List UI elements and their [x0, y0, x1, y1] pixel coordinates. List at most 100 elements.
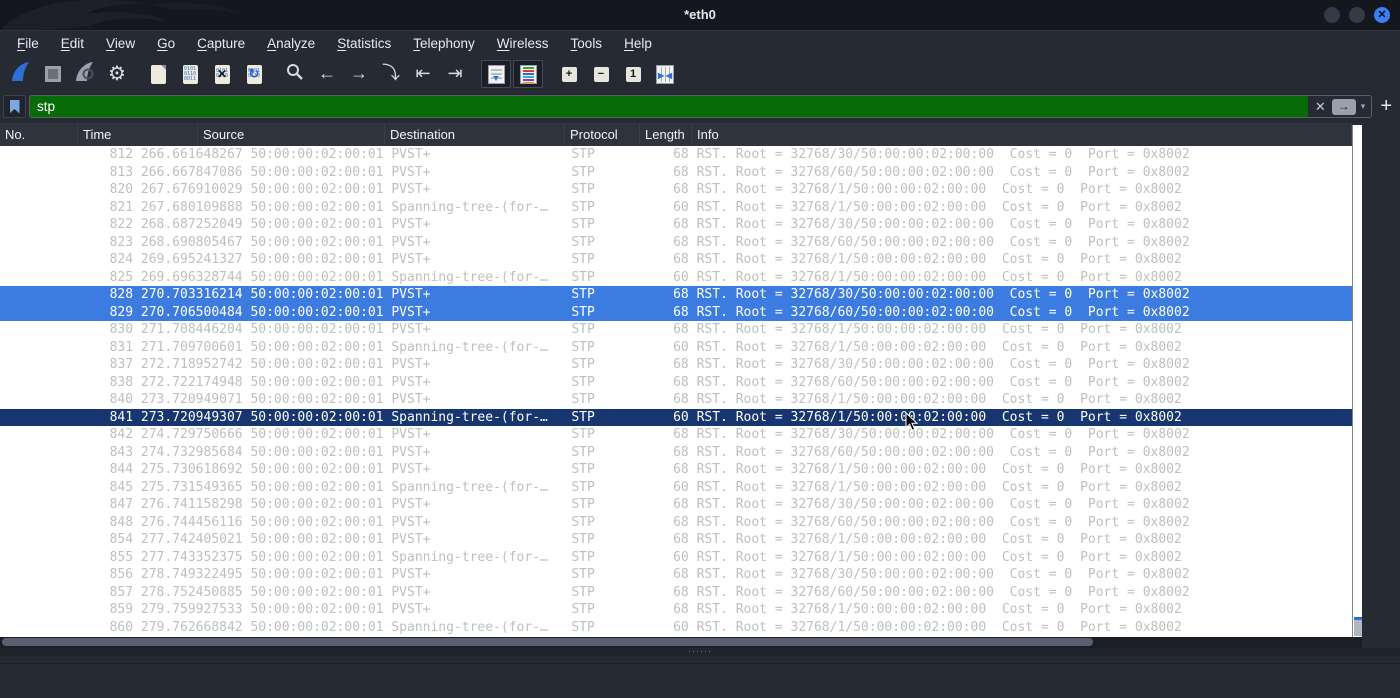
filter-bookmark-button[interactable] [3, 95, 26, 118]
main-toolbar: ⚙ 0101 0110 0011 0101 0110 ✕ 0101 0110 ↻ ← → ⤵ ⇤ ⇥ ▼ + −1… [0, 56, 1400, 92]
column-header-source[interactable]: Source [198, 123, 385, 146]
open-file-icon [150, 64, 166, 84]
clear-filter-icon[interactable]: ✕ [1311, 99, 1330, 115]
colorize-packets-button[interactable] [513, 60, 543, 88]
vertical-scrollbar-thumb[interactable] [1354, 617, 1362, 636]
menu-edit[interactable]: Edit [50, 36, 95, 51]
menu-go[interactable]: Go [146, 36, 186, 51]
open-file-button[interactable] [143, 60, 173, 88]
packet-row-857[interactable]: 857 278.752450885 50:00:00:02:00:01 PVST… [0, 584, 1352, 602]
add-filter-button[interactable]: + [1380, 95, 1392, 118]
resize-columns-button[interactable]: ▶ ◀ [650, 60, 680, 88]
stop-capture-button[interactable] [38, 60, 68, 88]
window-title: *eth0 [684, 7, 716, 22]
menu-statistics[interactable]: Statistics [326, 36, 402, 51]
horizontal-scrollbar-thumb[interactable] [2, 638, 1093, 646]
display-filter-input[interactable]: stp ✕ → ▾ [29, 95, 1373, 118]
packet-row-829[interactable]: 829 270.706500484 50:00:00:02:00:01 PVST… [0, 303, 1352, 321]
packet-row-843[interactable]: 843 274.732985684 50:00:00:02:00:01 PVST… [0, 444, 1352, 462]
packet-row-825[interactable]: 825 269.696328744 50:00:00:02:00:01 Span… [0, 269, 1352, 287]
menu-capture[interactable]: Capture [186, 36, 256, 51]
packet-row-831[interactable]: 831 271.709700601 50:00:00:02:00:01 Span… [0, 339, 1352, 357]
save-file-button[interactable]: 0101 0110 0011 [175, 60, 205, 88]
apply-filter-button[interactable]: → [1331, 98, 1356, 115]
column-header-length[interactable]: Length [640, 123, 692, 146]
capture-options-button[interactable]: ⚙ [102, 60, 132, 88]
packet-details-pane [0, 656, 1400, 698]
packet-row-841[interactable]: 841 273.720949307 50:00:00:02:00:01 Span… [0, 408, 1352, 426]
packet-row-830[interactable]: 830 271.708446204 50:00:00:02:00:01 PVST… [0, 321, 1352, 339]
reload-file-icon: 0101 0110 ↻ [246, 64, 262, 84]
close-button[interactable]: ✕ [1374, 7, 1390, 23]
minimize-button[interactable] [1324, 7, 1340, 23]
vertical-scrollbar[interactable] [1352, 125, 1362, 648]
packet-row-822[interactable]: 822 268.687252049 50:00:00:02:00:01 PVST… [0, 216, 1352, 234]
packet-list-header: No. Time Source Destination Protocol Length In… [0, 123, 1352, 146]
column-header-no[interactable]: No. [0, 123, 78, 146]
packet-list[interactable]: 812 266.661648267 50:00:00:02:00:01 PVST… [0, 146, 1352, 637]
horizontal-scrollbar[interactable] [0, 637, 1362, 648]
packet-row-838[interactable]: 838 272.722174948 50:00:00:02:00:01 PVST… [0, 374, 1352, 392]
go-back-button[interactable]: ← [312, 60, 342, 88]
go-to-packet-icon: ⤵ [382, 63, 400, 83]
menu-bar: File Edit View Go Capture Analyze Statistics Te… [0, 30, 1400, 56]
restart-capture-button[interactable] [70, 60, 100, 88]
close-file-button[interactable]: 0101 0110 ✕ [207, 60, 237, 88]
menu-analyze[interactable]: Analyze [256, 36, 326, 51]
maximize-button[interactable] [1349, 7, 1365, 23]
packet-row-848[interactable]: 848 276.744456116 50:00:00:02:00:01 PVST… [0, 514, 1352, 532]
zoom-in-icon: + [561, 66, 577, 82]
packet-row-859[interactable]: 859 279.759927533 50:00:00:02:00:01 PVST… [0, 601, 1352, 619]
zoom-in-button[interactable]: + [554, 60, 584, 88]
menu-file[interactable]: File [6, 36, 50, 51]
go-forward-button[interactable]: → [344, 60, 374, 88]
menu-telephony[interactable]: Telephony [402, 36, 486, 51]
filter-text[interactable]: stp [30, 99, 1308, 114]
close-file-icon: 0101 0110 ✕ [214, 64, 230, 84]
packet-row-823[interactable]: 823 268.690805467 50:00:00:02:00:01 PVST… [0, 234, 1352, 252]
reload-file-button[interactable]: 0101 0110 ↻ [239, 60, 269, 88]
menu-tools[interactable]: Tools [560, 36, 614, 51]
packet-row-854[interactable]: 854 277.742405021 50:00:00:02:00:01 PVST… [0, 531, 1352, 549]
packet-row-837[interactable]: 837 272.718952742 50:00:00:02:00:01 PVST… [0, 356, 1352, 374]
go-last-packet-button[interactable]: ⇥ [440, 60, 470, 88]
column-header-destination[interactable]: Destination [385, 123, 565, 146]
column-header-protocol[interactable]: Protocol [565, 123, 640, 146]
packet-row-812[interactable]: 812 266.661648267 50:00:00:02:00:01 PVST… [0, 146, 1352, 164]
packet-row-842[interactable]: 842 274.729750666 50:00:00:02:00:01 PVST… [0, 426, 1352, 444]
go-to-packet-button[interactable]: ⤵ [376, 60, 406, 88]
save-file-icon: 0101 0110 0011 [182, 64, 198, 84]
find-packet-button[interactable] [280, 60, 310, 88]
pane-splitter[interactable]: ······ [0, 647, 1400, 656]
packet-row-855[interactable]: 855 277.743352375 50:00:00:02:00:01 Span… [0, 549, 1352, 567]
packet-row-844[interactable]: 844 275.730618692 50:00:00:02:00:01 PVST… [0, 461, 1352, 479]
start-capture-button[interactable] [6, 60, 36, 88]
normal-size-button[interactable]: 1 [618, 60, 648, 88]
packet-row-821[interactable]: 821 267.680109888 50:00:00:02:00:01 Span… [0, 199, 1352, 217]
pane-divider [0, 663, 1400, 664]
go-first-packet-icon: ⇤ [415, 63, 431, 83]
packet-row-845[interactable]: 845 275.731549365 50:00:00:02:00:01 Span… [0, 479, 1352, 497]
packet-row-820[interactable]: 820 267.676910029 50:00:00:02:00:01 PVST… [0, 181, 1352, 199]
packet-row-840[interactable]: 840 273.720949071 50:00:00:02:00:01 PVST… [0, 391, 1352, 409]
menu-wireless[interactable]: Wireless [486, 36, 560, 51]
menu-help[interactable]: Help [613, 36, 663, 51]
menu-view[interactable]: View [95, 36, 146, 51]
packet-row-856[interactable]: 856 278.749322495 50:00:00:02:00:01 PVST… [0, 566, 1352, 584]
auto-scroll-button[interactable]: ▼ [481, 60, 511, 88]
packet-row-860[interactable]: 860 279.762668842 50:00:00:02:00:01 Span… [0, 619, 1352, 637]
restart-capture-icon [74, 61, 96, 88]
zoom-out-button[interactable]: − [586, 60, 616, 88]
go-forward-icon: → [350, 63, 368, 83]
zoom-out-icon: − [593, 66, 609, 82]
packet-row-847[interactable]: 847 276.741158298 50:00:00:02:00:01 PVST… [0, 496, 1352, 514]
packet-row-828[interactable]: 828 270.703316214 50:00:00:02:00:01 PVST… [0, 286, 1352, 304]
filter-dropdown-icon[interactable]: ▾ [1358, 101, 1369, 112]
find-packet-icon [285, 62, 305, 87]
packet-row-824[interactable]: 824 269.695241327 50:00:00:02:00:01 PVST… [0, 251, 1352, 269]
wireshark-window: *eth0 ✕ File Edit View Go Capture Analyze Stat… [0, 0, 1400, 698]
column-header-time[interactable]: Time [78, 123, 198, 146]
go-first-packet-button[interactable]: ⇤ [408, 60, 438, 88]
packet-row-813[interactable]: 813 266.667847086 50:00:00:02:00:01 PVST… [0, 164, 1352, 182]
column-header-info[interactable]: Info [692, 123, 1352, 146]
